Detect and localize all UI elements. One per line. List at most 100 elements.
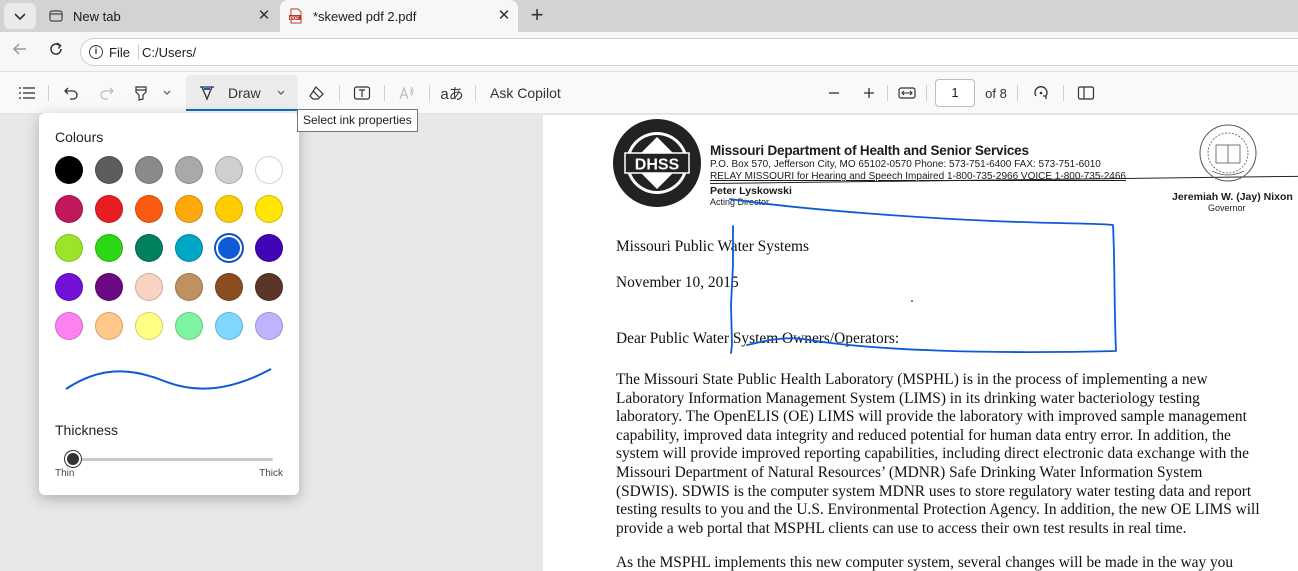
colour-swatch[interactable] (55, 234, 83, 262)
tab-new-tab[interactable]: New tab ✕ (40, 0, 278, 32)
colour-swatch[interactable] (55, 195, 83, 223)
chevron-down-icon (277, 90, 285, 95)
new-tab-button[interactable]: + (524, 3, 550, 29)
translate-icon: aあ (440, 85, 464, 103)
page-view-icon (1077, 86, 1095, 100)
colours-heading: Colours (55, 129, 104, 145)
read-aloud-icon (399, 86, 414, 100)
read-aloud-button[interactable] (396, 82, 418, 104)
contents-button[interactable] (16, 82, 38, 104)
colour-swatch[interactable] (135, 156, 163, 184)
tab-actions-menu-button[interactable] (4, 3, 36, 29)
colour-swatch[interactable] (135, 195, 163, 223)
colour-swatch[interactable] (55, 273, 83, 301)
toolbar-divider (887, 85, 888, 101)
colour-swatch[interactable] (95, 156, 123, 184)
ink-preview-stroke (65, 368, 272, 390)
navigation-bar: i File C:/Users/ (0, 32, 1298, 72)
eraser-icon (309, 86, 324, 100)
colour-swatch[interactable] (255, 234, 283, 262)
url-scheme: File (109, 45, 130, 60)
refresh-icon (50, 42, 62, 55)
page-count: of 8 (985, 85, 1007, 101)
colour-swatch[interactable] (175, 234, 203, 262)
toolbar-divider (339, 85, 340, 101)
colour-swatch[interactable] (55, 156, 83, 184)
colour-swatch[interactable] (95, 195, 123, 223)
colour-swatch[interactable] (95, 312, 123, 340)
ink-properties-button[interactable] (272, 82, 290, 104)
colour-swatch[interactable] (95, 273, 123, 301)
draw-active-indicator (186, 109, 298, 111)
tab-strip: New tab ✕ PDF *skewed pdf 2.pdf ✕ + (0, 0, 1298, 32)
fit-to-width-button[interactable] (896, 82, 918, 104)
highlight-options-button[interactable] (158, 82, 176, 104)
refresh-button[interactable] (44, 40, 68, 64)
new-tab-page-icon (49, 10, 63, 22)
page-number-input[interactable]: 1 (935, 79, 975, 107)
pdf-file-icon: PDF (289, 8, 302, 24)
thickness-heading: Thickness (55, 422, 119, 438)
url-text[interactable]: C:/Users/ (142, 45, 196, 60)
zoom-in-button[interactable] (859, 82, 879, 104)
ink-properties-tooltip: Select ink properties (297, 109, 418, 132)
colour-swatch[interactable] (175, 195, 203, 223)
toolbar-divider (1017, 85, 1018, 101)
colour-swatch[interactable] (255, 312, 283, 340)
zoom-out-button[interactable] (824, 82, 844, 104)
colour-swatch[interactable] (215, 156, 243, 184)
colour-swatch[interactable] (255, 156, 283, 184)
chevron-down-icon (163, 90, 171, 95)
thickness-slider-track[interactable] (64, 458, 273, 461)
colour-swatch[interactable] (95, 234, 123, 262)
highlighter-icon (135, 86, 147, 101)
colour-swatch[interactable] (175, 156, 203, 184)
back-button[interactable] (8, 40, 32, 64)
redo-icon (100, 87, 114, 100)
colour-swatch[interactable] (175, 273, 203, 301)
site-info-icon[interactable]: i (89, 45, 103, 59)
minus-icon (829, 92, 839, 94)
undo-button[interactable] (60, 82, 82, 104)
toolbar-divider (475, 85, 476, 101)
redo-button[interactable] (96, 82, 118, 104)
toolbar-divider (926, 85, 927, 101)
colour-swatch[interactable] (215, 312, 243, 340)
tab-pdf[interactable]: PDF *skewed pdf 2.pdf ✕ (280, 0, 518, 32)
rotate-icon (1034, 86, 1048, 99)
address-bar[interactable]: i File C:/Users/ (80, 38, 1298, 66)
add-text-button[interactable] (351, 82, 373, 104)
colour-swatch[interactable] (215, 234, 243, 262)
colour-swatch[interactable] (215, 273, 243, 301)
ink-annotation[interactable] (543, 115, 1298, 571)
ask-copilot-button[interactable]: Ask Copilot (490, 82, 566, 104)
pdf-page[interactable]: DHSS Missouri Department of Health and S… (543, 115, 1298, 571)
close-tab-icon[interactable]: ✕ (256, 8, 272, 24)
colour-swatch[interactable] (255, 195, 283, 223)
tab-label: New tab (73, 9, 121, 24)
erase-button[interactable] (306, 82, 328, 104)
translate-button[interactable]: aあ (440, 82, 464, 104)
fit-width-icon (898, 87, 916, 99)
highlight-button[interactable] (130, 82, 152, 104)
colour-swatch[interactable] (215, 195, 243, 223)
rotate-button[interactable] (1030, 82, 1052, 104)
colour-swatch[interactable] (135, 273, 163, 301)
draw-button[interactable]: Draw (198, 82, 268, 104)
close-tab-icon[interactable]: ✕ (496, 8, 512, 24)
ink-properties-panel: Colours Thickness Thin Thick (39, 113, 299, 495)
colour-swatch[interactable] (255, 273, 283, 301)
plus-icon (864, 88, 874, 98)
text-box-icon (353, 86, 371, 100)
toolbar-divider (429, 85, 430, 101)
colour-swatch[interactable] (55, 312, 83, 340)
colour-swatch[interactable] (135, 312, 163, 340)
colour-swatch[interactable] (175, 312, 203, 340)
colour-swatch[interactable] (135, 234, 163, 262)
thick-label: Thick (259, 468, 283, 479)
thickness-slider-thumb[interactable] (65, 451, 81, 467)
table-of-contents-icon (19, 87, 35, 99)
page-view-button[interactable] (1075, 82, 1097, 104)
toolbar-divider (48, 85, 49, 101)
back-arrow-icon (12, 43, 26, 55)
